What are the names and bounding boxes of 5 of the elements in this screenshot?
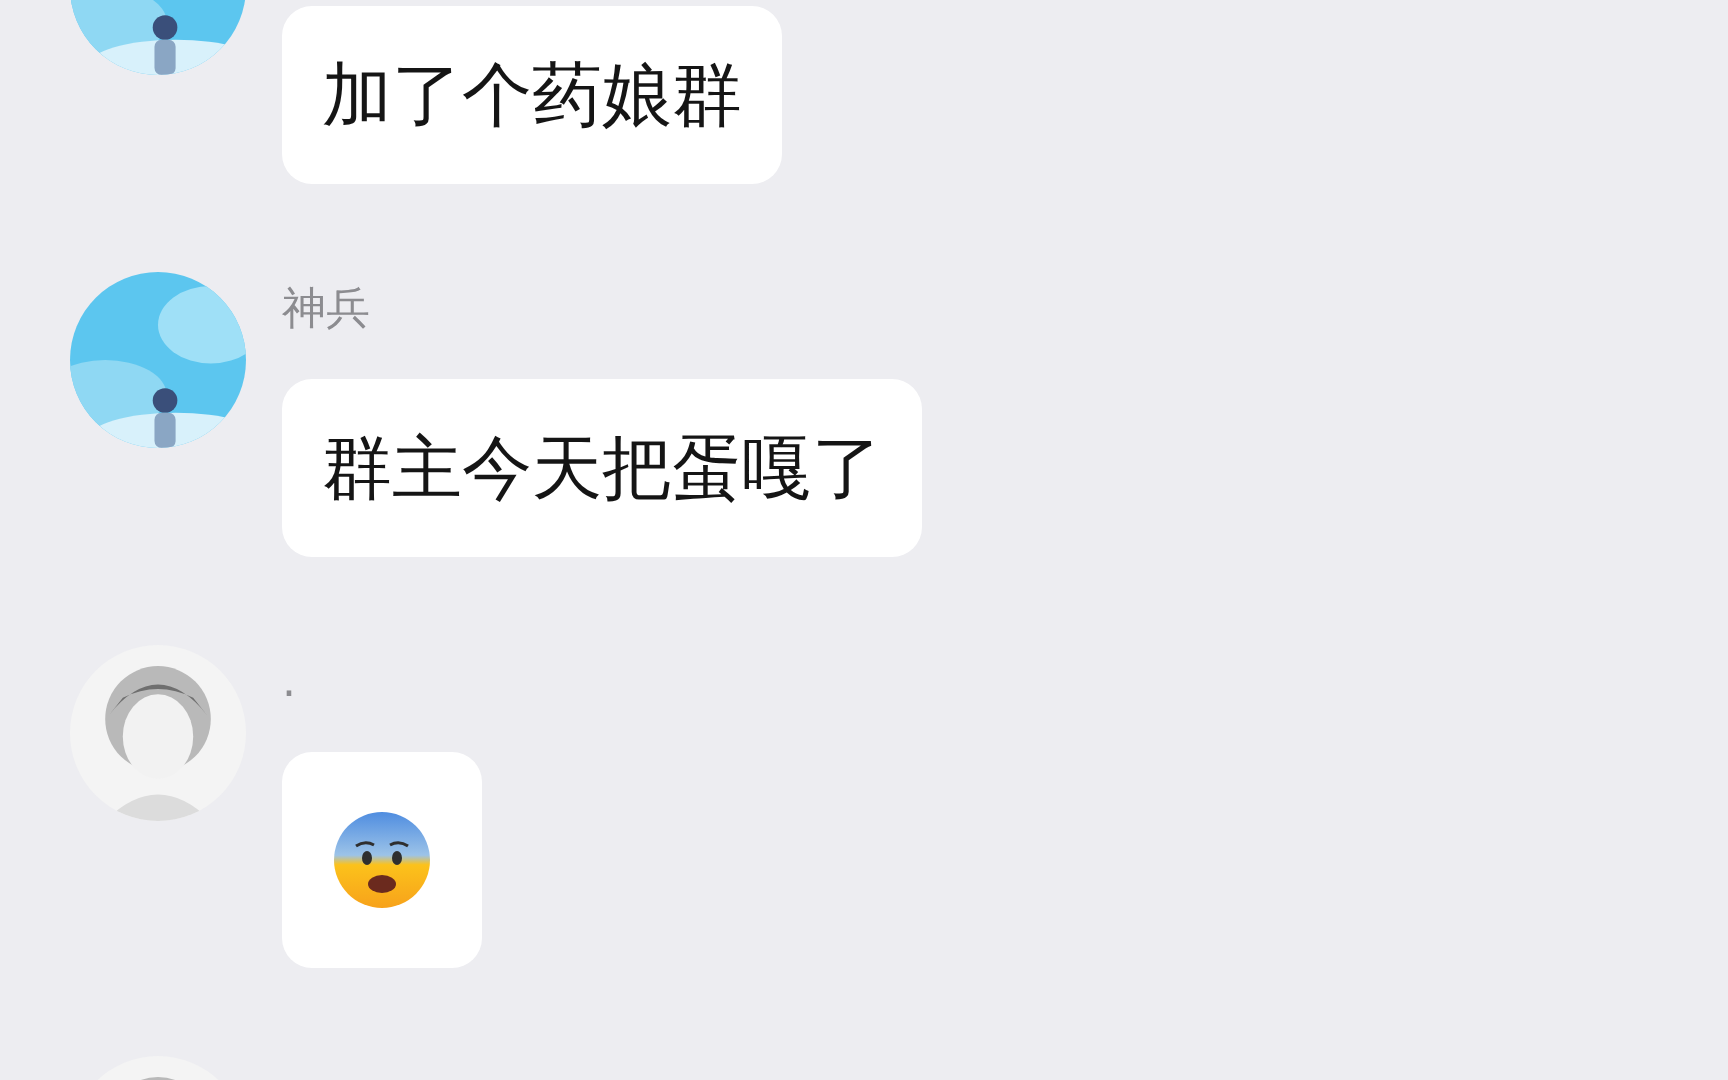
- message-bubble: 群主今天把蛋嘎了: [282, 379, 922, 557]
- sender-name: .: [282, 655, 296, 706]
- fearful-face-icon: [332, 810, 432, 910]
- message-bubble: 加了个药娘群: [282, 6, 782, 184]
- sender-name: 神兵: [282, 282, 370, 333]
